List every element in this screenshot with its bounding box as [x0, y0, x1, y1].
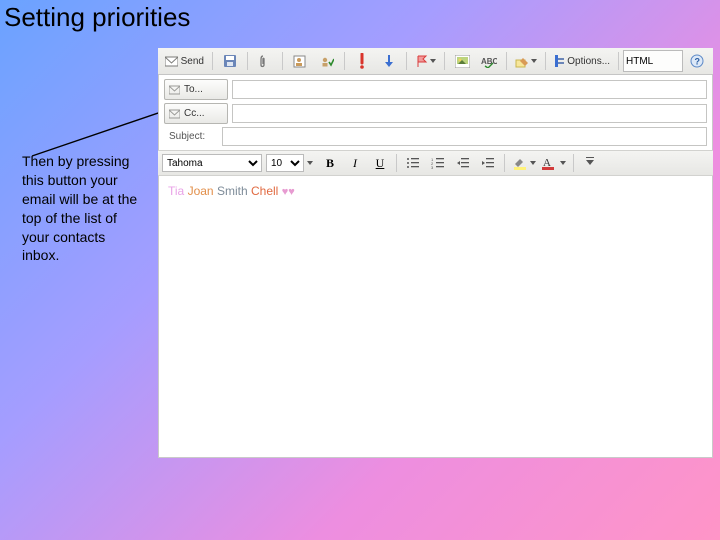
- sig-part: Chell: [251, 184, 278, 198]
- save-button[interactable]: [217, 50, 243, 72]
- options-button[interactable]: Options...: [550, 50, 614, 72]
- attach-button[interactable]: [252, 50, 278, 72]
- priority-high-button[interactable]: [349, 50, 375, 72]
- font-name-select[interactable]: Tahoma: [162, 154, 262, 172]
- toolbar-separator: [247, 52, 248, 70]
- more-icon: [586, 157, 594, 169]
- font-color-button[interactable]: A: [540, 153, 569, 173]
- italic-button[interactable]: I: [343, 153, 367, 173]
- chevron-down-icon: [430, 59, 436, 63]
- priority-low-icon: [383, 54, 395, 68]
- underline-button[interactable]: U: [368, 153, 392, 173]
- toolbar-separator: [212, 52, 213, 70]
- main-toolbar: Send: [158, 48, 713, 75]
- toolbar-separator: [344, 52, 345, 70]
- outdent-icon: [456, 157, 470, 169]
- priority-high-icon: [357, 53, 367, 69]
- toolbar-separator: [396, 154, 397, 172]
- bullets-icon: [406, 157, 420, 169]
- sig-hearts: ♥♥: [282, 186, 295, 198]
- to-field[interactable]: [232, 80, 707, 99]
- bullets-button[interactable]: [401, 153, 425, 173]
- send-icon: [165, 55, 178, 67]
- toolbar-separator: [545, 52, 546, 70]
- cc-label: Cc...: [184, 108, 205, 119]
- chevron-down-icon: [560, 161, 566, 165]
- page-title: Setting priorities: [4, 2, 190, 33]
- check-names-button[interactable]: [314, 50, 340, 72]
- svg-text:ABC: ABC: [481, 57, 497, 66]
- subject-label: Subject:: [164, 131, 218, 142]
- chevron-down-icon: [531, 59, 537, 63]
- priority-low-button[interactable]: [376, 50, 402, 72]
- sig-part: Tia: [168, 184, 184, 198]
- bold-button[interactable]: B: [318, 153, 342, 173]
- spellcheck-icon: ABC: [481, 55, 497, 68]
- flag-icon: [415, 54, 428, 68]
- check-names-icon: [320, 55, 334, 68]
- font-size-select[interactable]: 10: [266, 154, 304, 172]
- more-format-button[interactable]: [578, 153, 602, 173]
- toolbar-separator: [444, 52, 445, 70]
- font-color-swatch: [542, 167, 554, 170]
- svg-text:?: ?: [695, 57, 701, 67]
- options-label: Options...: [567, 56, 610, 67]
- toolbar-separator: [573, 154, 574, 172]
- to-label: To...: [184, 84, 203, 95]
- signature-line: Tia Joan Smith Chell ♥♥: [168, 184, 703, 198]
- address-book-button[interactable]: [287, 50, 313, 72]
- toolbar-separator: [618, 52, 619, 70]
- chevron-down-icon: [307, 161, 313, 165]
- indent-button[interactable]: [476, 153, 500, 173]
- help-button[interactable]: ?: [684, 50, 710, 72]
- flag-button[interactable]: [411, 50, 440, 72]
- subject-field[interactable]: [222, 127, 707, 146]
- chevron-down-icon: [530, 161, 536, 165]
- signature-button[interactable]: [511, 50, 541, 72]
- format-toolbar: Tahoma 10 B I U 123: [158, 150, 713, 176]
- recipient-icon: [169, 108, 180, 119]
- save-icon: [223, 54, 237, 68]
- address-book-icon: [293, 55, 307, 68]
- svg-text:3: 3: [431, 165, 434, 169]
- help-icon: ?: [690, 54, 704, 68]
- description-text: Then by pressing this button your email …: [22, 152, 142, 265]
- send-button[interactable]: Send: [161, 50, 208, 72]
- insert-picture-button[interactable]: [449, 50, 475, 72]
- format-mode-select[interactable]: [623, 50, 683, 72]
- indent-icon: [481, 157, 495, 169]
- recipient-icon: [169, 84, 180, 95]
- toolbar-separator: [282, 52, 283, 70]
- sig-part: Joan: [188, 184, 214, 198]
- address-block: To... Cc... Subject:: [158, 75, 713, 146]
- toolbar-separator: [406, 52, 407, 70]
- highlight-icon: [512, 156, 528, 170]
- sig-part: Smith: [217, 184, 248, 198]
- toolbar-separator: [504, 154, 505, 172]
- compose-window: Send: [158, 48, 713, 458]
- options-icon: [554, 55, 564, 67]
- cc-button[interactable]: Cc...: [164, 103, 228, 124]
- send-label: Send: [181, 56, 204, 67]
- to-button[interactable]: To...: [164, 79, 228, 100]
- highlight-button[interactable]: [509, 153, 539, 173]
- paperclip-icon: [259, 54, 271, 68]
- outdent-button[interactable]: [451, 153, 475, 173]
- message-body[interactable]: Tia Joan Smith Chell ♥♥: [158, 176, 713, 206]
- signature-icon: [515, 55, 529, 68]
- toolbar-separator: [506, 52, 507, 70]
- cc-field[interactable]: [232, 104, 707, 123]
- numbering-icon: 123: [431, 157, 445, 169]
- numbering-button[interactable]: 123: [426, 153, 450, 173]
- picture-icon: [455, 55, 470, 68]
- spellcheck-button[interactable]: ABC: [476, 50, 502, 72]
